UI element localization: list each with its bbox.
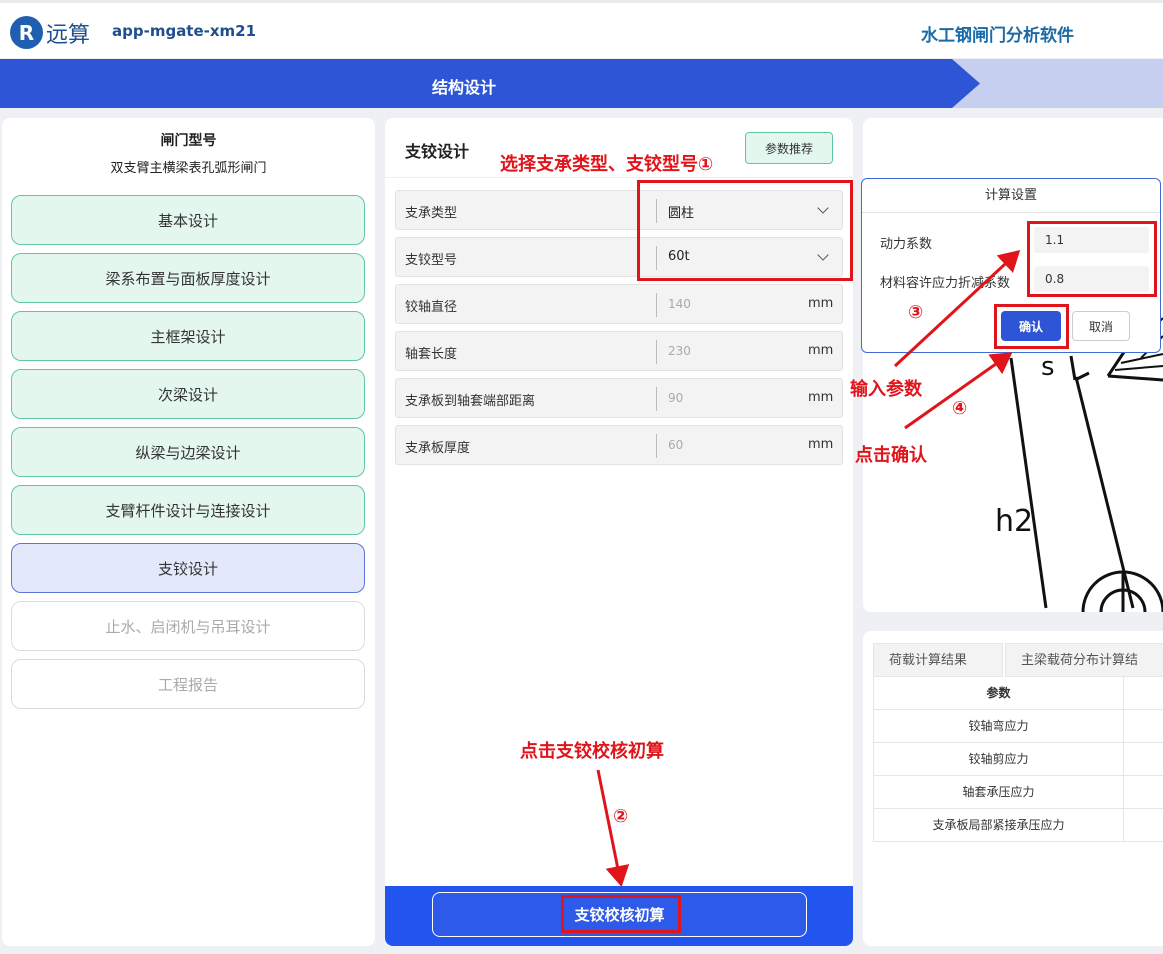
field-label: 支承类型	[405, 206, 458, 221]
drawing-label-s: s	[1041, 352, 1055, 382]
logo-text: 远算	[46, 22, 91, 48]
column-header: 参数	[874, 677, 1124, 709]
annotation-click-ok: 点击确认	[855, 445, 927, 466]
menu-project-report: 工程报告	[11, 659, 365, 709]
menu-label: 工程报告	[157, 675, 218, 694]
field-label: 支承板厚度	[405, 441, 471, 456]
gate-type-value: 双支臂主横梁表孔弧形闸门	[110, 161, 267, 176]
menu-label: 梁系布置与面板厚度设计	[105, 269, 271, 288]
plate-thickness-value: 60	[668, 438, 684, 452]
annotation-box-selects	[637, 180, 853, 281]
drawing-line	[1074, 371, 1090, 382]
panel-title: 支铰设计	[405, 142, 470, 161]
table-row: 铰轴弯应力	[873, 710, 1163, 743]
dialog-title: 计算设置	[862, 179, 1160, 213]
sleeve-length-value: 230	[668, 344, 691, 358]
step-label: 结构设计	[432, 78, 497, 97]
results-tabs: 荷载计算结果 主梁载荷分布计算结	[863, 643, 1163, 677]
annotation-click-calc: 点击支铰校核初算	[520, 741, 664, 762]
field-plate-thickness: 支承板厚度 60 mm	[395, 425, 843, 465]
stress-reduction-label: 材料容许应力折减系数	[880, 276, 1011, 291]
annotation-box-calc	[561, 895, 681, 933]
table-row: 轴套承压应力	[873, 776, 1163, 809]
annotation-step-2: ②	[613, 806, 629, 827]
field-label: 支承板到轴套端部距离	[405, 394, 536, 409]
table-cell: 轴套承压应力	[874, 776, 1124, 808]
app-title: 水工钢闸门分析软件	[921, 26, 1074, 46]
field-label: 支铰型号	[405, 253, 458, 268]
unit-label: mm	[808, 437, 834, 452]
menu-main-frame[interactable]: 主框架设计	[11, 311, 365, 361]
logo: R 远算	[10, 16, 90, 49]
table-row: 支承板局部紧接承压应力	[873, 809, 1163, 842]
field-label: 铰轴直径	[405, 300, 458, 315]
field-separator	[656, 340, 657, 364]
menu-label: 支臂杆件设计与连接设计	[105, 501, 271, 520]
tab-main-beam-results[interactable]: 主梁载荷分布计算结	[1005, 643, 1163, 677]
field-separator	[656, 293, 657, 317]
gate-type-label: 闸门型号	[160, 133, 217, 149]
menu-label: 次梁设计	[157, 385, 218, 404]
annotation-step-4: ④	[952, 398, 968, 419]
field-separator	[656, 387, 657, 411]
cancel-button[interactable]: 取消	[1072, 311, 1130, 341]
hatch-line	[1114, 365, 1163, 371]
menu-label: 止水、启闭机与吊耳设计	[105, 617, 271, 636]
dynamic-coef-label: 动力系数	[880, 237, 933, 252]
menu-label: 纵梁与边梁设计	[135, 443, 241, 462]
menu-support-arm[interactable]: 支臂杆件设计与连接设计	[11, 485, 365, 535]
menu-water-stop: 止水、启闭机与吊耳设计	[11, 601, 365, 651]
plate-distance-value: 90	[668, 391, 684, 405]
step-bar: 结构设计	[0, 59, 1163, 108]
menu-secondary-beam[interactable]: 次梁设计	[11, 369, 365, 419]
table-cell: 铰轴剪应力	[874, 743, 1124, 775]
annotation-input-params: 输入参数	[850, 379, 922, 400]
top-bar: R 远算 app-mgate-xm21 水工钢闸门分析软件	[0, 0, 1163, 58]
tab-load-results[interactable]: 荷载计算结果	[873, 643, 1003, 677]
hatch-line	[1120, 353, 1163, 364]
field-shaft-diameter: 铰轴直径 140 mm	[395, 284, 843, 324]
annotation-step-3: ③	[908, 302, 924, 323]
drawing-line	[1009, 357, 1048, 609]
annotation-box-confirm	[994, 304, 1069, 349]
annotation-box-dialog-inputs	[1027, 221, 1157, 297]
table-cell: 支承板局部紧接承压应力	[874, 809, 1124, 841]
table-row: 铰轴剪应力	[873, 743, 1163, 776]
drawing-line	[1107, 374, 1163, 382]
unit-label: mm	[808, 390, 834, 405]
annotation-select: 选择支承类型、支铰型号①	[500, 154, 714, 175]
menu-beam-layout[interactable]: 梁系布置与面板厚度设计	[11, 253, 365, 303]
menu-basic-design[interactable]: 基本设计	[11, 195, 365, 245]
divider	[385, 177, 853, 178]
unit-label: mm	[808, 343, 834, 358]
table-header-row: 参数	[873, 677, 1163, 710]
drawing-label-h2: h2	[995, 504, 1033, 539]
menu-label: 基本设计	[157, 211, 218, 230]
drawing-line	[1069, 355, 1077, 381]
results-panel: 荷载计算结果 主梁载荷分布计算结 参数 铰轴弯应力 铰轴剪应力 轴套承压应力 支…	[863, 631, 1163, 946]
app-id: app-mgate-xm21	[112, 22, 257, 40]
menu-hinge-design[interactable]: 支铰设计	[11, 543, 365, 593]
menu-label: 支铰设计	[157, 559, 218, 578]
field-label: 轴套长度	[405, 347, 458, 362]
menu-label: 主框架设计	[150, 327, 226, 346]
table-cell: 铰轴弯应力	[874, 710, 1124, 742]
field-plate-distance: 支承板到轴套端部距离 90 mm	[395, 378, 843, 418]
recommend-params-button[interactable]: 参数推荐	[745, 132, 833, 164]
unit-label: mm	[808, 296, 834, 311]
left-nav-panel: 闸门型号 双支臂主横梁表孔弧形闸门 基本设计 梁系布置与面板厚度设计 主框架设计…	[2, 118, 375, 946]
menu-longitudinal-beam[interactable]: 纵梁与边梁设计	[11, 427, 365, 477]
field-sleeve-length: 轴套长度 230 mm	[395, 331, 843, 371]
field-separator	[656, 434, 657, 458]
shaft-diameter-value: 140	[668, 297, 691, 311]
logo-mark-icon: R	[10, 16, 43, 49]
